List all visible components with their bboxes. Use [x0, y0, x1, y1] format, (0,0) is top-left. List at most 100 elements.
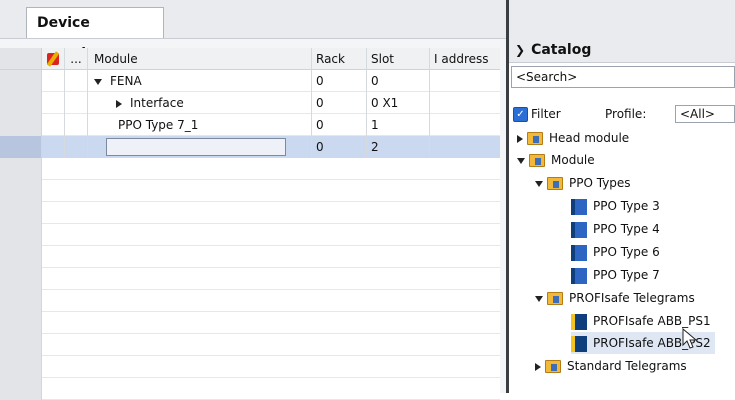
- module-cell[interactable]: [88, 136, 312, 158]
- table-row[interactable]: PPO Type 7_1 0 1: [0, 114, 500, 136]
- table-row[interactable]: Interface 0 0 X1: [0, 92, 500, 114]
- slot-cell[interactable]: 2: [367, 136, 430, 158]
- table-row[interactable]: [0, 268, 500, 290]
- tree-item-profisafe-telegrams[interactable]: PROFIsafe Telegrams: [535, 287, 695, 309]
- row-header[interactable]: [0, 290, 42, 312]
- mouse-pointer-icon: [682, 328, 698, 349]
- slot-cell[interactable]: 0 X1: [367, 92, 430, 114]
- row-header[interactable]: [0, 114, 42, 136]
- row-header[interactable]: [0, 356, 42, 378]
- table-row[interactable]: [0, 202, 500, 224]
- row-header-corner: [0, 48, 42, 70]
- tree-item-ppo-type-3[interactable]: PPO Type 3: [571, 195, 660, 217]
- module-icon: [571, 221, 587, 238]
- row-cell: [65, 114, 88, 136]
- table-row[interactable]: [0, 356, 500, 378]
- row-header[interactable]: [0, 224, 42, 246]
- tree-item-ppo-types[interactable]: PPO Types: [535, 172, 631, 194]
- expand-right-icon[interactable]: [116, 99, 122, 108]
- table-row-selected[interactable]: 0 2: [0, 136, 500, 158]
- row-header[interactable]: [0, 136, 42, 158]
- row-header[interactable]: [0, 70, 42, 92]
- row-header[interactable]: [0, 268, 42, 290]
- module-name: FENA: [110, 74, 142, 88]
- chevron-down-icon[interactable]: ❯: [515, 38, 525, 62]
- module-cell[interactable]: FENA: [88, 70, 312, 92]
- row-header[interactable]: [0, 158, 42, 180]
- device-overview-pane: Device overview ... Module Rack Slot I a…: [0, 0, 506, 400]
- module-name: PPO Type 7_1: [118, 118, 199, 132]
- column-header-slot[interactable]: Slot: [367, 48, 430, 70]
- filter-label: Filter: [531, 107, 561, 121]
- table-row[interactable]: [0, 334, 500, 356]
- catalog-title: Catalog: [531, 42, 592, 58]
- table-row[interactable]: [0, 246, 500, 268]
- module-edit-field[interactable]: [106, 138, 286, 156]
- module-icon: [571, 267, 587, 284]
- module-icon: [571, 244, 587, 261]
- tree-item-label: PROFIsafe Telegrams: [569, 291, 695, 305]
- column-header-module[interactable]: Module: [88, 48, 312, 70]
- rack-cell[interactable]: 0: [312, 114, 367, 136]
- row-header[interactable]: [0, 378, 42, 400]
- row-header[interactable]: [0, 202, 42, 224]
- rack-cell[interactable]: 0: [312, 136, 367, 158]
- expand-down-icon[interactable]: [535, 180, 543, 187]
- row-cell: [42, 114, 65, 136]
- table-row[interactable]: [0, 312, 500, 334]
- table-header: ... Module Rack Slot I address: [0, 48, 500, 70]
- module-cell[interactable]: PPO Type 7_1: [88, 114, 312, 136]
- tab-strip: Device overview: [0, 0, 506, 62]
- row-header[interactable]: [0, 246, 42, 268]
- row-header[interactable]: [0, 180, 42, 202]
- row-header[interactable]: [0, 312, 42, 334]
- rack-cell[interactable]: 0: [312, 92, 367, 114]
- table-row[interactable]: [0, 224, 500, 246]
- expand-down-icon[interactable]: [517, 157, 525, 164]
- module-cell[interactable]: Interface: [88, 92, 312, 114]
- table-row[interactable]: [0, 158, 500, 180]
- tab-device-overview[interactable]: Device overview: [26, 7, 164, 62]
- diagnostic-column-icon[interactable]: [42, 48, 65, 70]
- tree-item-ppo-type-6[interactable]: PPO Type 6: [571, 241, 660, 263]
- row-header[interactable]: [0, 334, 42, 356]
- device-table: ... Module Rack Slot I address FENA 0 0 …: [0, 48, 500, 400]
- slot-cell[interactable]: 0: [367, 70, 430, 92]
- expand-down-icon[interactable]: [535, 295, 543, 302]
- table-row[interactable]: [0, 180, 500, 202]
- catalog-header[interactable]: ❯ Catalog: [509, 38, 735, 63]
- row-cell: [65, 92, 88, 114]
- table-row[interactable]: FENA 0 0: [0, 70, 500, 92]
- filter-checkbox[interactable]: ✓: [513, 107, 528, 122]
- slot-cell[interactable]: 1: [367, 114, 430, 136]
- i-address-cell[interactable]: [430, 136, 500, 158]
- column-header-dots[interactable]: ...: [65, 48, 88, 70]
- tree-item-head-module[interactable]: Head module: [517, 127, 629, 149]
- expand-down-icon[interactable]: [94, 78, 102, 85]
- i-address-cell[interactable]: [430, 92, 500, 114]
- table-row[interactable]: [0, 290, 500, 312]
- catalog-toolbar: [509, 0, 735, 39]
- tree-item-ppo-type-4[interactable]: PPO Type 4: [571, 218, 660, 240]
- i-address-cell[interactable]: [430, 114, 500, 136]
- profile-select[interactable]: <All>: [675, 105, 735, 123]
- folder-icon: [527, 132, 543, 145]
- i-address-cell[interactable]: [430, 70, 500, 92]
- row-cell: [65, 136, 88, 158]
- row-header[interactable]: [0, 92, 42, 114]
- tree-item-standard-telegrams[interactable]: Standard Telegrams: [535, 355, 687, 377]
- expand-right-icon[interactable]: [535, 362, 541, 371]
- expand-right-icon[interactable]: [517, 134, 523, 143]
- tree-item-ppo-type-7[interactable]: PPO Type 7: [571, 264, 660, 286]
- column-header-i-address[interactable]: I address: [430, 48, 500, 70]
- module-name: Interface: [130, 96, 184, 110]
- rack-cell[interactable]: 0: [312, 70, 367, 92]
- folder-icon: [547, 292, 563, 305]
- tree-item-module[interactable]: Module: [517, 149, 595, 171]
- tree-item-label: PPO Type 4: [593, 222, 660, 236]
- catalog-search-input[interactable]: <Search>: [511, 66, 735, 88]
- row-cell: [42, 136, 65, 158]
- column-header-rack[interactable]: Rack: [312, 48, 367, 70]
- module-icon: [571, 198, 587, 215]
- table-row[interactable]: [0, 378, 500, 400]
